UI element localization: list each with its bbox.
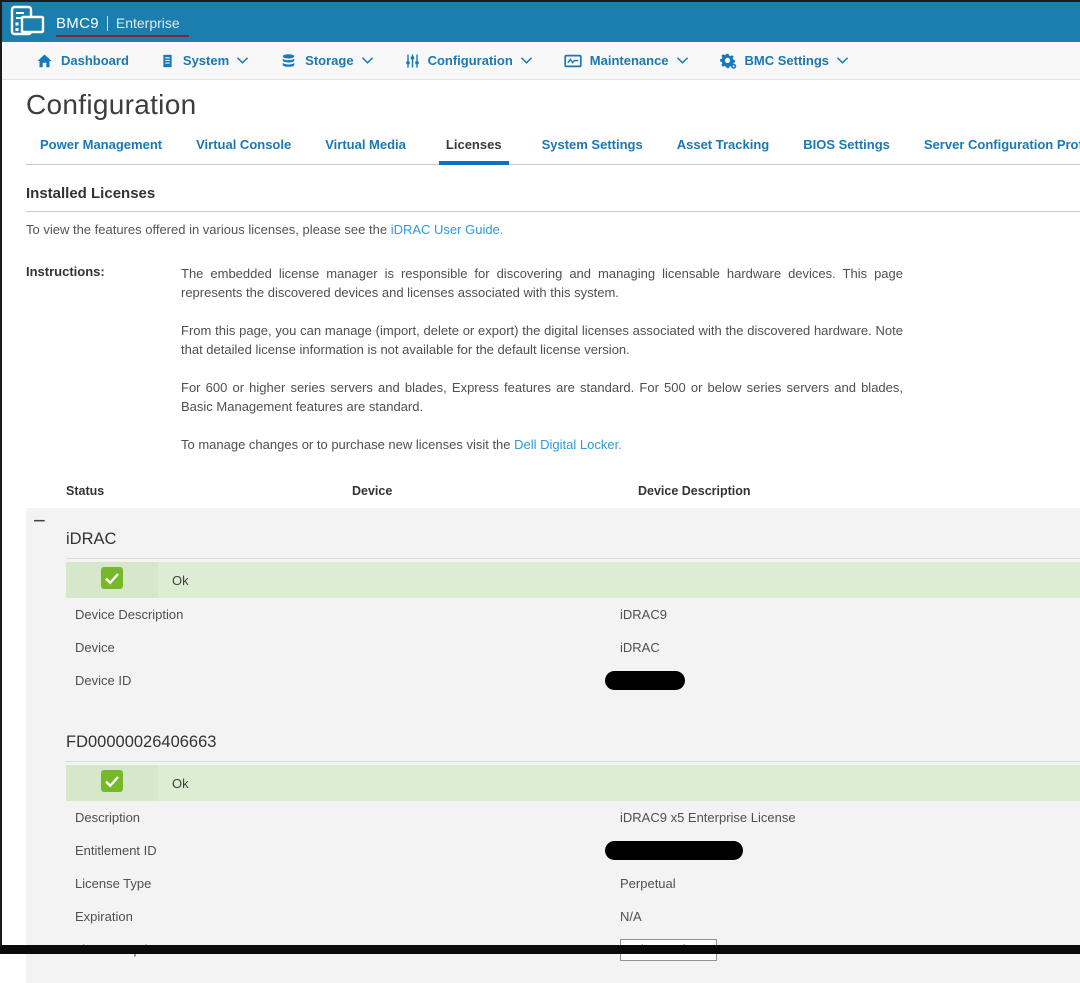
instructions-closing-text: To manage changes or to purchase new lic… [181, 437, 514, 452]
chevron-down-icon [836, 56, 849, 65]
detail-value: Perpetual [620, 876, 676, 891]
detail-row-device-id: Device ID [66, 664, 1080, 697]
instructions-paragraph: From this page, you can manage (import, … [181, 321, 903, 359]
detail-label: License Type [75, 876, 151, 891]
nav-item-system[interactable]: System [160, 53, 249, 69]
status-ok-check-icon [101, 567, 123, 594]
instructions-body: The embedded license manager is responsi… [181, 264, 903, 454]
instructions-label: Instructions: [26, 264, 181, 454]
column-header-device-description: Device Description [638, 484, 751, 498]
section-heading: Installed Licenses [26, 185, 1080, 202]
nav-item-dashboard[interactable]: Dashboard [36, 53, 129, 69]
chevron-down-icon [676, 56, 689, 65]
detail-label: Device ID [75, 673, 131, 688]
tab-system-settings[interactable]: System Settings [541, 134, 644, 164]
brand-name: BMC9 [56, 15, 99, 32]
detail-value: iDRAC [620, 640, 660, 655]
detail-row-device-description: Device Description iDRAC9 [66, 598, 1080, 631]
tab-server-configuration-profile[interactable]: Server Configuration Profile [923, 134, 1080, 164]
instructions-paragraph: The embedded license manager is responsi… [181, 264, 903, 302]
nav-item-storage[interactable]: Storage [280, 53, 373, 69]
instructions-paragraph: For 600 or higher series servers and bla… [181, 378, 903, 416]
main-nav: Dashboard System Storage Configuration Maint… [0, 42, 1080, 80]
license-group-title: iDRAC [66, 508, 1080, 559]
nav-item-label: BMC Settings [745, 53, 830, 68]
dell-digital-locker-link[interactable]: Dell Digital Locker. [514, 437, 622, 452]
detail-row-license-type: License Type Perpetual [66, 867, 1080, 900]
tab-asset-tracking[interactable]: Asset Tracking [676, 134, 771, 164]
nav-item-label: Maintenance [590, 53, 669, 68]
idrac-user-guide-link[interactable]: iDRAC User Guide. [391, 222, 504, 237]
page-content: Configuration Power Management Virtual Co… [0, 89, 1080, 508]
nav-item-label: Configuration [428, 53, 513, 68]
intro-text: To view the features offered in various … [26, 222, 391, 237]
detail-label: Device Description [75, 607, 183, 622]
home-icon [36, 53, 53, 69]
status-row: Ok [66, 562, 1080, 598]
brand-product: Enterprise [116, 15, 180, 31]
page-title: Configuration [26, 89, 1080, 121]
detail-label: Description [75, 810, 140, 825]
status-row: Ok [66, 765, 1080, 801]
status-icon-cell [66, 562, 158, 598]
table-header-row: Status Device Device Description [26, 474, 1080, 508]
window-bottom-edge [0, 945, 1080, 954]
detail-value: iDRAC9 x5 Enterprise License [620, 810, 796, 825]
detail-row-device: Device iDRAC [66, 631, 1080, 664]
detail-label: Device [75, 640, 115, 655]
column-header-status: Status [66, 484, 104, 498]
license-group-fd00000026406663: FD00000026406663 Ok Description iDRAC9 x5 E… [26, 697, 1080, 966]
window-left-edge [0, 0, 2, 954]
section-divider [26, 211, 1080, 212]
detail-row-description: Description iDRAC9 x5 Enterprise License [66, 801, 1080, 834]
column-header-device: Device [352, 484, 392, 498]
nav-item-label: Storage [305, 53, 353, 68]
detail-row-expiration: Expiration N/A [66, 900, 1080, 933]
license-table: − iDRACOkDevice DescriptioniDRAC9Devicei… [26, 508, 1080, 983]
instructions-block: Instructions: The embedded license manag… [26, 264, 1080, 454]
maintenance-icon [564, 53, 582, 69]
redacted-value [605, 841, 743, 860]
nav-item-configuration[interactable]: Configuration [405, 53, 533, 69]
instructions-closing-paragraph: To manage changes or to purchase new lic… [181, 435, 903, 454]
detail-value: N/A [620, 909, 642, 924]
nav-item-label: Dashboard [61, 53, 129, 68]
status-ok-check-icon [101, 770, 123, 797]
bmc-logo-icon [9, 5, 47, 37]
nav-item-label: System [183, 53, 229, 68]
configuration-icon [405, 53, 420, 69]
collapse-icon[interactable]: − [33, 510, 46, 532]
brand: BMC9 Enterprise [56, 11, 180, 32]
detail-row-entitlement-id: Entitlement ID [66, 834, 1080, 867]
bmc-settings-icon [720, 53, 737, 69]
status-label: Ok [172, 776, 189, 791]
detail-label: Expiration [75, 909, 133, 924]
tab-bios-settings[interactable]: BIOS Settings [802, 134, 891, 164]
nav-item-maintenance[interactable]: Maintenance [564, 53, 689, 69]
license-group-idrac: iDRAC Ok Device Description iDRAC9 Device iDR… [26, 508, 1080, 697]
detail-label: Entitlement ID [75, 843, 157, 858]
storage-icon [280, 53, 297, 69]
chevron-down-icon [361, 56, 374, 65]
redacted-value [605, 671, 685, 690]
system-icon [160, 53, 175, 69]
chevron-down-icon [236, 56, 249, 65]
tab-power-management[interactable]: Power Management [39, 134, 163, 164]
masthead: BMC9 Enterprise [0, 0, 1080, 42]
brand-underline [56, 35, 189, 37]
window-top-edge [0, 0, 1080, 2]
chevron-down-icon [520, 56, 533, 65]
tab-virtual-console[interactable]: Virtual Console [195, 134, 292, 164]
status-label: Ok [172, 573, 189, 588]
nav-item-bmc-settings[interactable]: BMC Settings [720, 53, 850, 69]
brand-divider [107, 16, 108, 31]
status-icon-cell [66, 765, 158, 801]
tab-bar: Power Management Virtual Console Virtual M… [26, 134, 1080, 165]
license-group-title: FD00000026406663 [66, 697, 1080, 762]
tab-licenses[interactable]: Licenses [439, 134, 509, 165]
tab-virtual-media[interactable]: Virtual Media [324, 134, 407, 164]
intro-line: To view the features offered in various … [26, 222, 1080, 237]
detail-value: iDRAC9 [620, 607, 667, 622]
